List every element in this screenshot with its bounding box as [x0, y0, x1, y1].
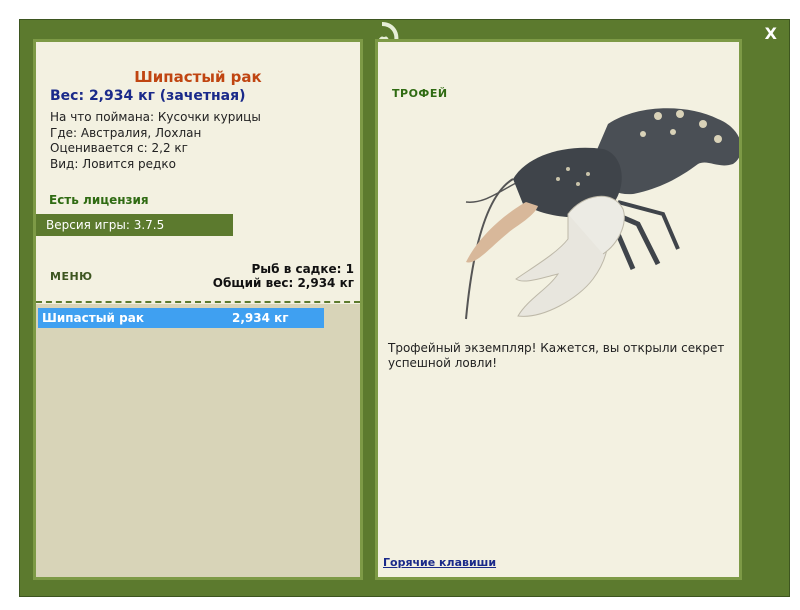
- fish-bait: На что поймана: Кусочки курицы: [50, 110, 261, 124]
- divider: [36, 301, 360, 303]
- list-item[interactable]: Шипастый рак 2,934 кг: [38, 308, 324, 328]
- game-window: X Шипастый рак Вес: 2,934 кг (зачетная) …: [19, 19, 790, 597]
- list-item-name: Шипастый рак: [42, 311, 144, 325]
- fish-details: На что поймана: Кусочки курицы Где: Авст…: [50, 110, 261, 172]
- trophy-panel: ТРОФЕЙ Трофейный экземпляр! Кажется, вы …: [375, 39, 742, 580]
- hotkeys-link[interactable]: Горячие клавиши: [383, 556, 496, 569]
- keepnet-total: Общий вес: 2,934 кг: [212, 276, 354, 290]
- fish-location: Где: Австралия, Лохлан: [50, 125, 202, 140]
- catch-list: [36, 304, 360, 577]
- crayfish-image: [465, 108, 739, 320]
- catch-info-panel: Шипастый рак Вес: 2,934 кг (зачетная) На…: [33, 39, 363, 580]
- close-button[interactable]: X: [765, 24, 777, 43]
- fish-weight: Вес: 2,934 кг (зачетная): [50, 88, 246, 104]
- keepnet-count: Рыб в садке: 1: [251, 262, 355, 276]
- keepnet-stats: Рыб в садке: 1 Общий вес: 2,934 кг: [213, 262, 354, 290]
- game-version: Версия игры: 3.7.5: [36, 214, 233, 236]
- trophy-description: Трофейный экземпляр! Кажется, вы открыли…: [388, 341, 725, 370]
- list-item-weight: 2,934 кг: [232, 311, 289, 325]
- menu-button[interactable]: МЕНЮ: [50, 270, 93, 283]
- fish-price: Оценивается с: 2,2 кг: [50, 141, 188, 155]
- fish-name: Шипастый рак: [134, 68, 262, 86]
- license-status: Есть лицензия: [49, 193, 149, 207]
- fish-kind: Вид: Ловится редко: [50, 156, 176, 171]
